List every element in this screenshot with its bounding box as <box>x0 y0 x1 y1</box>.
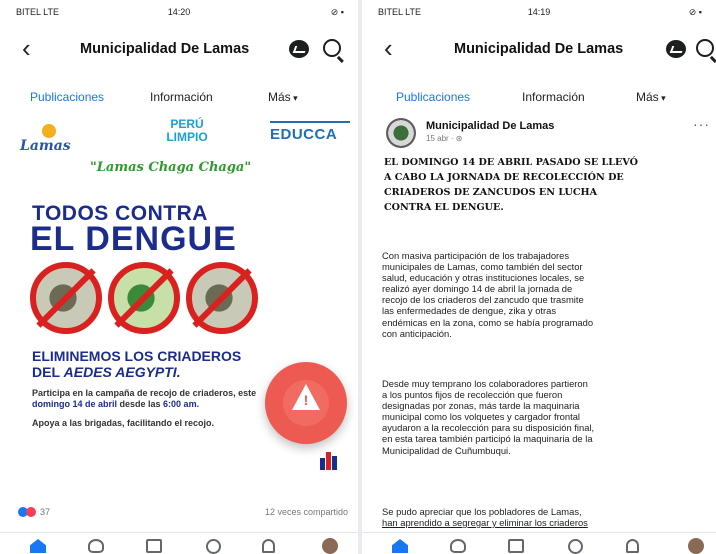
reaction-count[interactable]: 37 <box>40 507 50 517</box>
notifications-icon[interactable] <box>262 539 275 553</box>
love-reaction-icon <box>26 507 36 517</box>
status-icons: ⊘ ▪ <box>330 7 344 17</box>
educca-logo: EDUCCA <box>270 121 351 143</box>
no-mosquito-icon <box>108 262 180 334</box>
marketplace-icon[interactable] <box>146 539 162 553</box>
messenger-icon[interactable] <box>289 40 309 58</box>
clock: 14:20 <box>167 7 191 17</box>
carrier-label: BITEL LTE <box>16 7 60 17</box>
messenger-icon[interactable] <box>666 40 686 58</box>
home-icon[interactable] <box>392 539 408 553</box>
search-icon[interactable] <box>696 39 714 57</box>
home-icon[interactable] <box>30 539 46 553</box>
right-screenshot: BITEL LTE 14:19 ⊘ ▪ ‹ Municipalidad De L… <box>362 0 716 554</box>
back-icon[interactable]: ‹ <box>22 35 31 61</box>
status-bar: BITEL LTE 14:19 ⊘ ▪ <box>372 6 706 20</box>
carrier-label: BITEL LTE <box>378 7 422 17</box>
bottom-nav <box>362 532 716 554</box>
watch-icon[interactable] <box>206 539 221 554</box>
alert-badge: ! <box>265 362 347 444</box>
post-paragraph-3-line2: han aprendido a segregar y eliminar los … <box>382 517 588 528</box>
species-name: AEDES AEGYPTI. <box>63 364 181 380</box>
page-title: Municipalidad De Lamas <box>80 41 250 57</box>
tab-publicaciones[interactable]: Publicaciones <box>30 90 104 104</box>
tab-mas[interactable]: Más <box>268 90 298 104</box>
reactions-bar[interactable]: 37 12 veces compartido <box>0 506 358 522</box>
body-1-time: 6:00 am. <box>163 398 200 409</box>
poster-headline-line2: EL DENGUE <box>30 220 237 258</box>
tab-mas[interactable]: Más <box>636 90 666 104</box>
more-options-icon[interactable]: ··· <box>693 116 710 132</box>
left-screenshot: BITEL LTE 14:20 ⊘ ▪ ‹ Municipalidad De L… <box>0 0 358 554</box>
page-avatar[interactable] <box>386 118 416 148</box>
page-tabs: Publicaciones Información Más <box>0 86 358 108</box>
peru-limpio-logo: PERÚ LIMPIO <box>166 117 208 144</box>
body-1-a: Participa en la campaña de recojo de cri… <box>32 388 257 398</box>
post-author[interactable]: Municipalidad De Lamas <box>426 120 554 132</box>
warning-mark: ! <box>303 392 309 408</box>
tab-publicaciones[interactable]: Publicaciones <box>396 90 470 104</box>
sun-icon <box>42 124 56 138</box>
profile-avatar[interactable] <box>688 538 704 554</box>
poster-subheading-line2: DEL AEDES AEGYPTI. <box>32 364 181 380</box>
status-icons: ⊘ ▪ <box>688 7 702 17</box>
page-header: ‹ Municipalidad De Lamas <box>362 34 716 64</box>
dengue-campaign-poster[interactable]: Lamas PERÚ LIMPIO EDUCCA "Lamas Chaga Ch… <box>0 112 358 492</box>
post-paragraph-2: Desde muy temprano los colaboradores par… <box>382 378 595 456</box>
watch-icon[interactable] <box>568 539 583 554</box>
slogan: "Lamas Chaga Chaga" <box>90 160 252 175</box>
profile-avatar[interactable] <box>322 538 338 554</box>
marketplace-icon[interactable] <box>508 539 524 553</box>
poster-body-1: Participa en la campaña de recojo de cri… <box>32 388 282 409</box>
post-timestamp[interactable]: 15 abr · ⊛ <box>426 134 463 143</box>
post-heading: EL DOMINGO 14 DE ABRIL PASADO SE LLEVÓ A… <box>384 157 638 213</box>
tab-informacion[interactable]: Información <box>522 90 585 104</box>
share-count[interactable]: 12 veces compartido <box>265 507 348 517</box>
bottom-nav <box>0 532 358 554</box>
page-header: ‹ Municipalidad De Lamas <box>0 34 358 64</box>
clock: 14:19 <box>527 7 551 17</box>
body-1-date: domingo 14 de abril <box>32 398 118 409</box>
notifications-icon[interactable] <box>626 539 639 553</box>
page-title: Municipalidad De Lamas <box>454 41 624 57</box>
tab-informacion[interactable]: Información <box>150 90 213 104</box>
back-icon[interactable]: ‹ <box>384 35 393 61</box>
subheading-prefix: DEL <box>32 364 64 380</box>
lamas-logo: Lamas <box>20 124 80 156</box>
poster-body-2: Apoya a las brigadas, facilitando el rec… <box>32 418 215 428</box>
friends-icon[interactable] <box>88 539 104 553</box>
body-1-c: desde las <box>117 398 164 409</box>
post-paragraph-1: Con masiva participación de los trabajad… <box>382 250 594 339</box>
no-breeding-site-icon <box>30 262 102 334</box>
post-paragraph-3: Se pudo apreciar que los pobladores de L… <box>382 506 582 517</box>
post-header: Municipalidad De Lamas 15 abr · ⊛ ··· <box>362 116 716 150</box>
search-icon[interactable] <box>323 39 341 57</box>
municipal-brand-icon <box>320 450 337 470</box>
no-tires-icon <box>186 262 258 334</box>
poster-subheading-line1: ELIMINEMOS LOS CRIADEROS <box>32 348 242 364</box>
status-bar: BITEL LTE 14:20 ⊘ ▪ <box>10 6 348 20</box>
friends-icon[interactable] <box>450 539 466 553</box>
page-tabs: Publicaciones Información Más <box>362 86 716 108</box>
lamas-logo-text: Lamas <box>20 138 71 154</box>
